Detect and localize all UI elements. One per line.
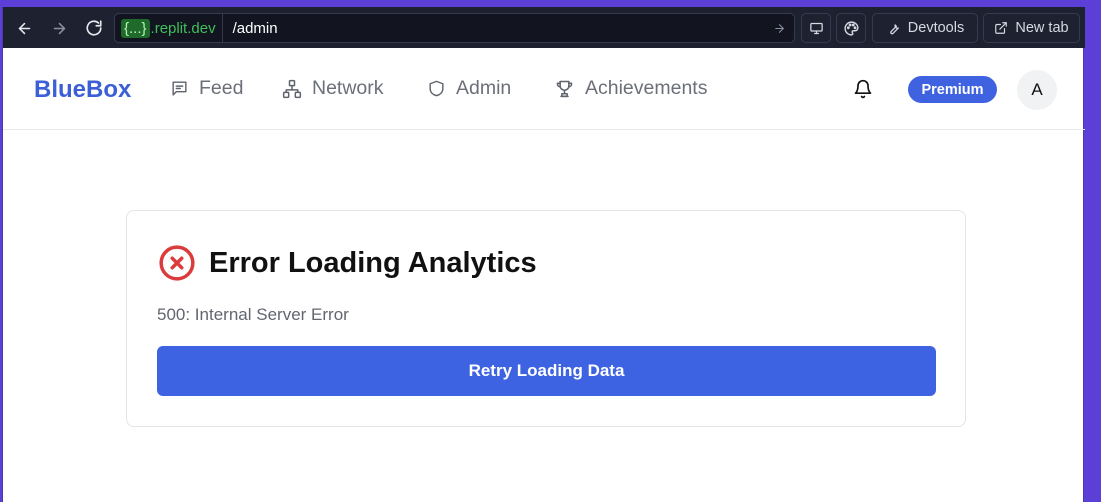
- domain-suffix: .replit.dev: [150, 19, 216, 37]
- new-tab-button[interactable]: New tab: [983, 13, 1080, 43]
- theme-button[interactable]: [836, 13, 866, 43]
- domain-braces: {...}: [121, 18, 150, 38]
- devtools-label: Devtools: [907, 20, 965, 36]
- external-link-icon: [995, 22, 1008, 34]
- arrow-right-icon: [53, 22, 65, 34]
- nav-item-label: Network: [312, 77, 384, 99]
- error-card-header: Error Loading Analytics: [158, 244, 537, 282]
- reload-icon: [86, 20, 102, 36]
- devtools-button[interactable]: Devtools: [872, 13, 978, 43]
- new-tab-label: New tab: [1015, 20, 1069, 36]
- nav-item-admin[interactable]: Admin: [427, 77, 511, 100]
- reload-button[interactable]: [77, 11, 111, 45]
- bell-icon: [854, 79, 872, 99]
- premium-badge[interactable]: Premium: [908, 76, 997, 103]
- nav-item-label: Feed: [199, 77, 244, 99]
- nav-item-network[interactable]: Network: [282, 77, 384, 100]
- arrow-left-icon: [18, 22, 30, 34]
- nav-item-label: Admin: [456, 77, 512, 99]
- shield-icon: [429, 80, 444, 97]
- browser-toolbar: {...} .replit.dev /admin Devtools New ta…: [3, 7, 1085, 48]
- browser-window: {...} .replit.dev /admin Devtools New ta…: [2, 7, 1085, 502]
- trophy-icon: [556, 80, 573, 98]
- error-message: 500: Internal Server Error: [157, 305, 349, 324]
- back-button[interactable]: [7, 11, 41, 45]
- nav-item-feed[interactable]: Feed: [170, 77, 243, 100]
- app-header: BlueBox Feed Network Admin Achievements …: [3, 48, 1085, 130]
- go-arrow-icon[interactable]: [764, 22, 794, 35]
- monitor-icon: [809, 22, 823, 34]
- x-circle-icon: [159, 245, 195, 281]
- wrench-icon: [889, 23, 899, 34]
- screen-button[interactable]: [801, 13, 831, 43]
- palette-icon: [843, 20, 859, 36]
- url-path[interactable]: /admin: [223, 20, 764, 37]
- url-bar[interactable]: {...} .replit.dev /admin: [114, 13, 795, 43]
- nav-item-achievements[interactable]: Achievements: [554, 77, 707, 100]
- avatar[interactable]: A: [1017, 70, 1057, 110]
- message-square-icon: [172, 81, 187, 96]
- nav-item-label: Achievements: [585, 77, 708, 99]
- retry-button[interactable]: Retry Loading Data: [157, 346, 936, 396]
- network-icon: [282, 79, 302, 98]
- forward-button[interactable]: [42, 11, 76, 45]
- notifications-button[interactable]: [853, 79, 873, 104]
- domain-chip[interactable]: {...} .replit.dev: [115, 14, 223, 42]
- brand-logo[interactable]: BlueBox: [34, 76, 131, 104]
- error-card: Error Loading Analytics 500: Internal Se…: [126, 210, 966, 427]
- error-title: Error Loading Analytics: [209, 246, 537, 279]
